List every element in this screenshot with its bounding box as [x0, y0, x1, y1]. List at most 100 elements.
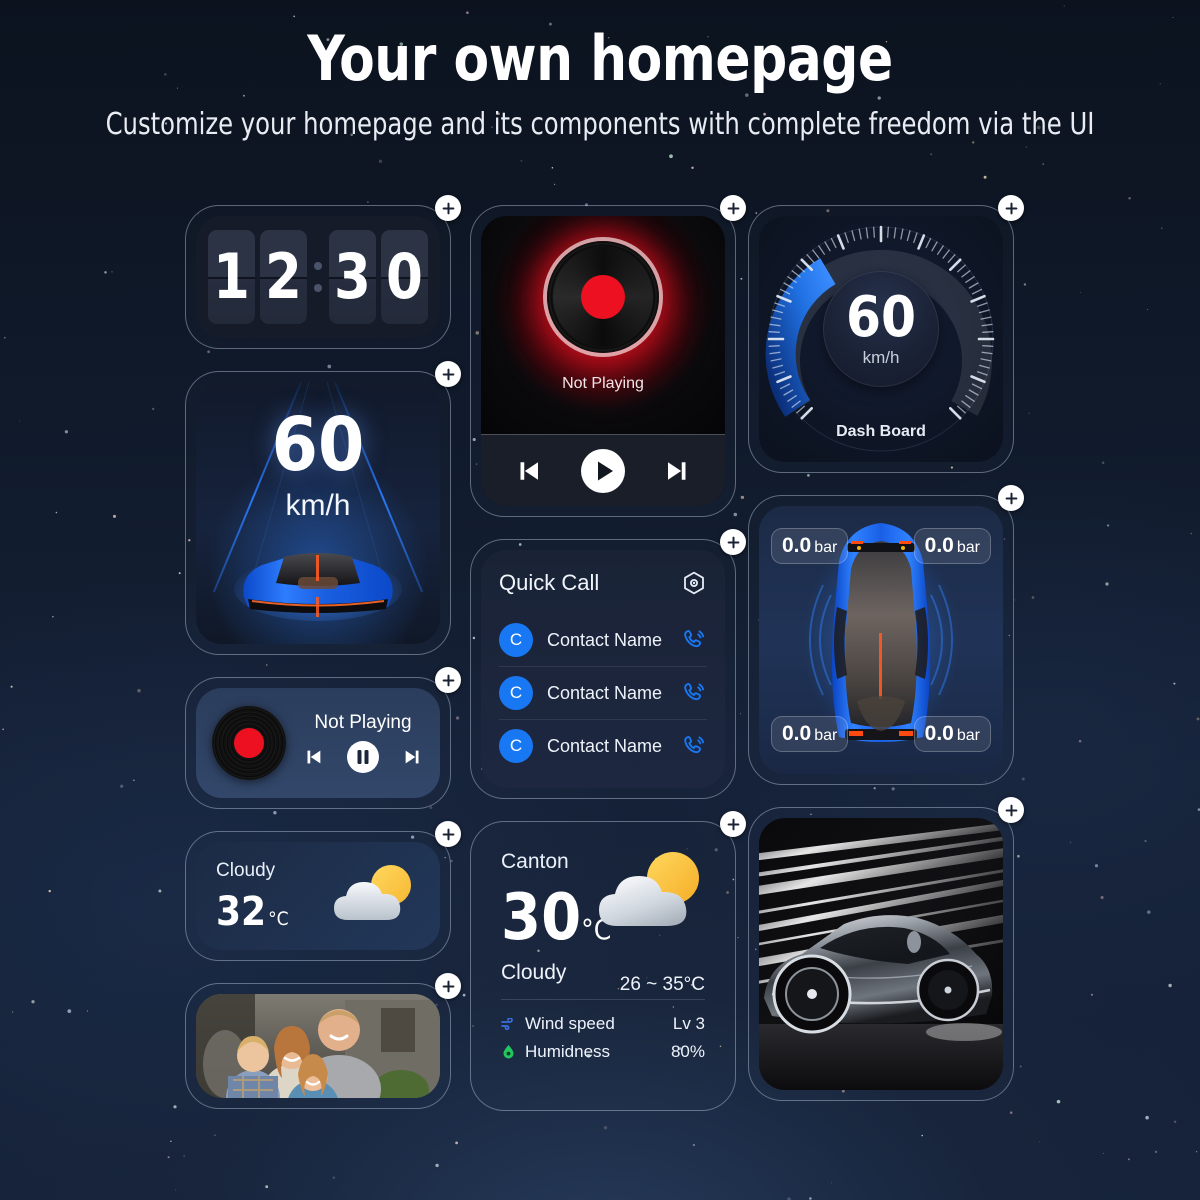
call-icon[interactable] [681, 733, 707, 759]
weather-large-display: Canton 30°C 26 ~ 35°C Cloudy Wind speed … [481, 832, 725, 1100]
clock-digit-tile: 1 [208, 230, 255, 324]
family-photo [196, 994, 440, 1098]
flip-clock-display: 1 2 3 0 [196, 216, 440, 338]
clock-digit: 0 [386, 240, 423, 313]
wind-icon [501, 1016, 516, 1031]
tire-pressure-rear-right: 0.0 bar [913, 716, 991, 752]
dashboard-gauge: 60 km/h Dash Board [759, 216, 1003, 462]
quick-call-panel: Quick Call C Contact Name C Contact Name… [481, 550, 725, 788]
clock-colon [312, 262, 324, 292]
plus-icon [727, 536, 739, 548]
music-player: Not Playing [481, 216, 725, 506]
tire-value: 0.0 [782, 534, 812, 557]
tire-unit: bar [956, 727, 980, 744]
plus-icon [442, 674, 454, 686]
quick-call-title: Quick Call [499, 570, 600, 595]
avatar: C [499, 729, 533, 763]
add-widget-button-photo-car[interactable] [998, 797, 1024, 823]
tire-pressure-display: 0.0 bar 0.0 bar 0.0 bar 0.0 bar [759, 506, 1003, 774]
car-photo-image [759, 818, 1003, 1090]
add-widget-button-music-large[interactable] [720, 195, 746, 221]
quick-call-header: Quick Call [499, 570, 707, 596]
plus-icon [1005, 492, 1017, 504]
previous-track-icon[interactable] [302, 746, 324, 768]
music-status-label: Not Playing [314, 712, 412, 733]
divider [501, 998, 705, 1000]
contact-row[interactable]: C Contact Name [499, 666, 707, 719]
plus-icon [442, 828, 454, 840]
add-widget-button-dashboard[interactable] [998, 195, 1024, 221]
sun-behind-cloud-icon [334, 865, 411, 920]
temperature-value: 32 [216, 889, 267, 935]
humidity-icon [501, 1044, 516, 1059]
tire-unit: bar [814, 727, 838, 744]
add-widget-button-photo-family[interactable] [435, 973, 461, 999]
quick-call-list: C Contact Name C Contact Name C Contact … [499, 614, 707, 772]
weather-small-display: Cloudy 32 °C [196, 842, 440, 950]
widget-column-left: 1 2 3 0 60 km/h Not Playing Cloudy 32 °C [185, 195, 461, 1131]
contact-name: Contact Name [547, 629, 663, 650]
contact-name: Contact Name [547, 735, 663, 756]
weather-temperature: 32 °C [216, 892, 328, 932]
add-widget-button-clock[interactable] [435, 195, 461, 221]
widget-card-hud[interactable]: 60 km/h [185, 361, 461, 655]
gauge-label: Dash Board [836, 423, 926, 440]
avatar: C [499, 623, 533, 657]
add-widget-button-weather-large[interactable] [720, 811, 746, 837]
plus-icon [727, 202, 739, 214]
call-icon[interactable] [681, 680, 707, 706]
hud-speed-value: 60 [271, 402, 365, 488]
weather-detail-row: Wind speed Lv 3 [501, 1010, 705, 1038]
widget-card-photo-family[interactable] [185, 973, 461, 1109]
add-widget-button-weather-small[interactable] [435, 821, 461, 847]
tire-unit: bar [814, 539, 838, 556]
clock-digit: 1 [213, 240, 250, 313]
tire-value: 0.0 [924, 722, 954, 745]
car-rear-icon [234, 552, 402, 621]
play-button[interactable] [580, 448, 626, 494]
gauge-unit: km/h [862, 347, 900, 367]
detail-label: Wind speed [525, 1013, 615, 1033]
detail-value: 80% [670, 1041, 705, 1061]
widget-column-right: 60 km/h Dash Board 0.0 bar 0.0 bar 0.0 b… [748, 195, 1024, 1123]
plus-icon [1005, 202, 1017, 214]
widget-card-clock[interactable]: 1 2 3 0 [185, 195, 461, 349]
widget-card-quick-call[interactable]: Quick Call C Contact Name C Contact Name… [470, 529, 746, 799]
album-art-area: Not Playing [481, 216, 725, 434]
vinyl-record-icon [212, 706, 286, 780]
contact-row[interactable]: C Contact Name [499, 719, 707, 772]
add-widget-button-music-small[interactable] [435, 667, 461, 693]
next-track-icon[interactable] [663, 456, 693, 486]
temperature-value: 30 [501, 881, 582, 955]
hex-gear-icon[interactable] [681, 570, 707, 596]
weather-detail-row: Humidness 80% [501, 1038, 705, 1066]
next-track-icon[interactable] [402, 746, 424, 768]
widget-card-music-large[interactable]: Not Playing [470, 195, 746, 517]
clock-digit-tile: 0 [381, 230, 428, 324]
tire-pressure-rear-left: 0.0 bar [771, 716, 849, 752]
add-widget-button-hud[interactable] [435, 361, 461, 387]
clock-digit: 2 [265, 240, 302, 313]
add-widget-button-tire-pressure[interactable] [998, 485, 1024, 511]
car-photo [759, 818, 1003, 1090]
widget-card-weather-large[interactable]: Canton 30°C 26 ~ 35°C Cloudy Wind speed … [470, 811, 746, 1111]
family-photo-image [196, 994, 440, 1098]
gauge-dial: 60 km/h Dash Board [761, 219, 1001, 459]
tire-pressure-front-left: 0.0 bar [771, 528, 849, 564]
add-widget-button-quick-call[interactable] [720, 529, 746, 555]
call-icon[interactable] [681, 627, 707, 653]
widget-card-photo-car[interactable] [748, 797, 1024, 1101]
widget-card-tire-pressure[interactable]: 0.0 bar 0.0 bar 0.0 bar 0.0 bar [748, 485, 1024, 785]
weather-range: 26 ~ 35°C [619, 974, 705, 995]
detail-value: Lv 3 [672, 1013, 705, 1033]
widget-card-weather-small[interactable]: Cloudy 32 °C [185, 821, 461, 961]
tire-value: 0.0 [782, 722, 812, 745]
clock-digit-tile: 2 [260, 230, 307, 324]
previous-track-icon[interactable] [513, 456, 543, 486]
pause-button[interactable] [346, 740, 380, 774]
widget-card-dashboard[interactable]: 60 km/h Dash Board [748, 195, 1024, 473]
mini-music-controls [302, 740, 424, 774]
plus-icon [442, 980, 454, 992]
widget-card-music-small[interactable]: Not Playing [185, 667, 461, 809]
contact-row[interactable]: C Contact Name [499, 614, 707, 666]
